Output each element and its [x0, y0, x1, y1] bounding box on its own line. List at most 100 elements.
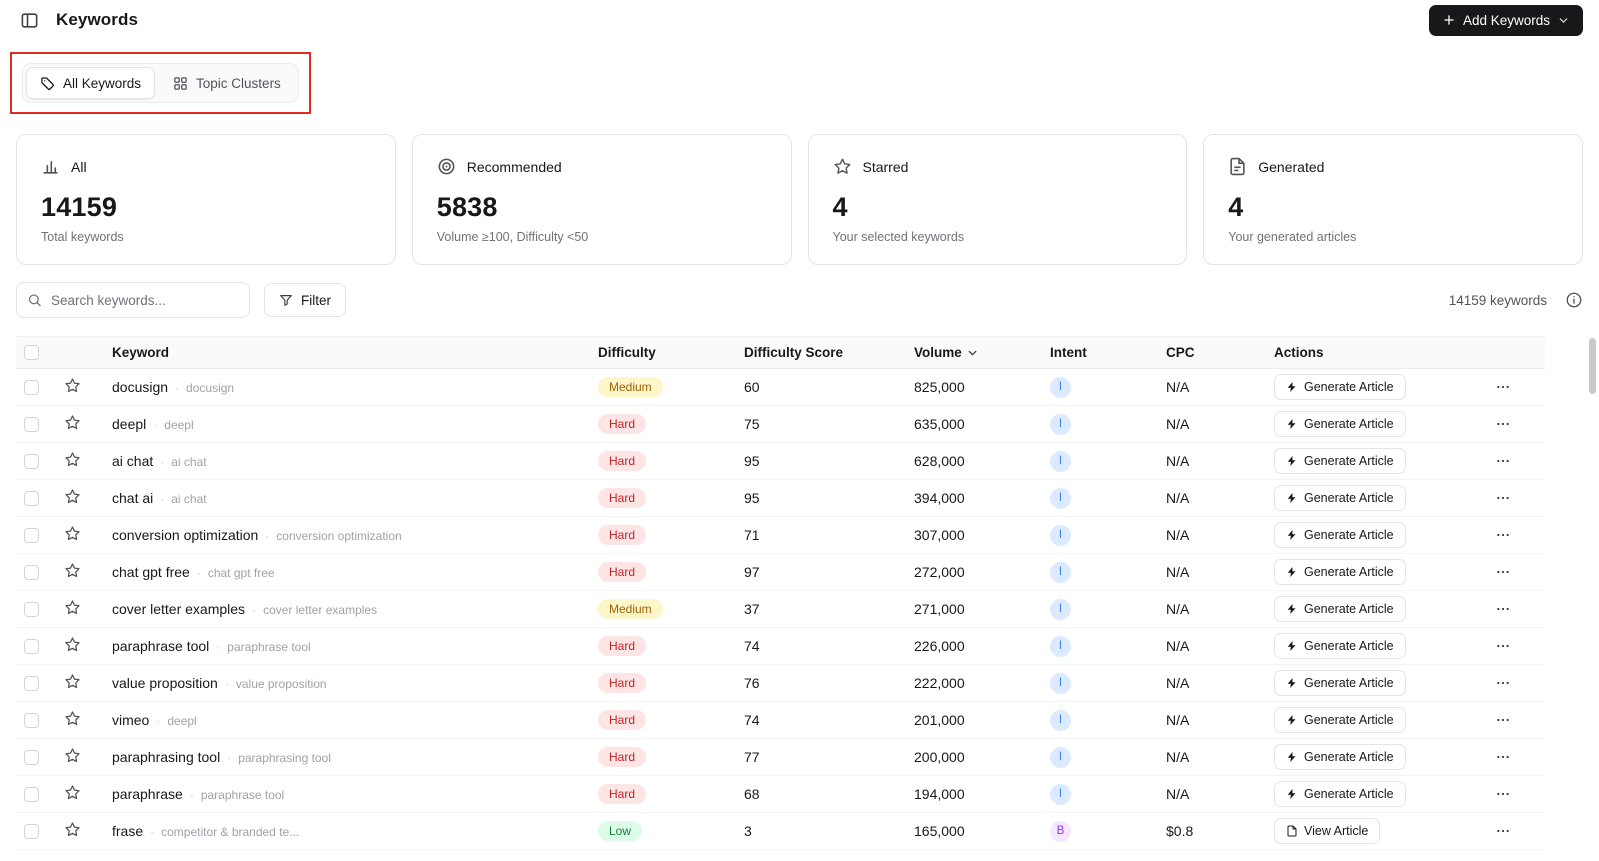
volume-value: 628,000	[906, 442, 1042, 480]
keyword-text[interactable]: deepl	[112, 416, 146, 432]
keyword-cluster: paraphrase tool	[200, 788, 285, 802]
row-menu-icon[interactable]	[1489, 673, 1517, 693]
column-header-difficulty-score[interactable]: Difficulty Score	[736, 336, 906, 369]
row-menu-icon[interactable]	[1489, 525, 1517, 545]
row-action-button[interactable]: Generate Article	[1274, 411, 1406, 437]
scrollbar-thumb[interactable]	[1589, 338, 1596, 394]
column-header-difficulty[interactable]: Difficulty	[590, 336, 736, 369]
star-toggle[interactable]	[64, 636, 81, 653]
add-keywords-button[interactable]: Add Keywords	[1428, 4, 1583, 36]
volume-value: 394,000	[906, 479, 1042, 517]
keyword-text[interactable]: value proposition	[112, 675, 218, 691]
keyword-text[interactable]: vimeo	[112, 712, 149, 728]
stat-card-recommended[interactable]: Recommended 5838 Volume ≥100, Difficulty…	[411, 134, 792, 265]
keyword-cluster: competitor & branded te...	[161, 825, 300, 839]
row-checkbox[interactable]	[24, 528, 39, 544]
filter-button[interactable]: Filter	[264, 283, 346, 317]
keyword-text[interactable]: chat ai	[112, 490, 153, 506]
star-toggle[interactable]	[64, 488, 81, 505]
row-menu-icon[interactable]	[1489, 747, 1517, 767]
row-action-button[interactable]: Generate Article	[1274, 374, 1406, 400]
star-toggle[interactable]	[64, 747, 81, 764]
tab-topic-clusters[interactable]: Topic Clusters	[159, 67, 295, 99]
keyword-text[interactable]: docusign	[112, 379, 168, 395]
search-input[interactable]	[16, 282, 250, 318]
row-menu-icon[interactable]	[1489, 414, 1517, 434]
row-action-button[interactable]: Generate Article	[1274, 670, 1406, 696]
keyword-text[interactable]: ai chat	[112, 453, 153, 469]
row-checkbox[interactable]	[24, 676, 39, 692]
star-toggle[interactable]	[64, 673, 81, 690]
stat-card-all[interactable]: All 14159 Total keywords	[16, 134, 396, 265]
stat-card-generated[interactable]: Generated 4 Your generated articles	[1203, 134, 1583, 265]
select-all-checkbox[interactable]	[24, 345, 39, 361]
row-checkbox[interactable]	[24, 639, 39, 655]
column-header-volume[interactable]: Volume	[906, 336, 1042, 369]
row-menu-icon[interactable]	[1489, 377, 1517, 397]
star-toggle[interactable]	[64, 451, 81, 468]
row-checkbox[interactable]	[24, 602, 39, 618]
row-action-button[interactable]: Generate Article	[1274, 781, 1406, 807]
star-toggle[interactable]	[64, 377, 81, 394]
keyword-text[interactable]: paraphrasing tool	[112, 749, 220, 765]
row-checkbox[interactable]	[24, 491, 39, 507]
column-header-keyword[interactable]: Keyword	[104, 336, 590, 369]
row-checkbox[interactable]	[24, 750, 39, 766]
cpc-value: N/A	[1158, 664, 1266, 702]
star-toggle[interactable]	[64, 599, 81, 616]
row-checkbox[interactable]	[24, 417, 39, 433]
row-action-button[interactable]: View Article	[1274, 818, 1381, 844]
row-checkbox[interactable]	[24, 713, 39, 729]
difficulty-score: 37	[736, 590, 906, 628]
star-toggle[interactable]	[64, 821, 81, 838]
stat-card-starred[interactable]: Starred 4 Your selected keywords	[807, 134, 1188, 265]
row-menu-icon[interactable]	[1489, 710, 1517, 730]
row-checkbox[interactable]	[24, 787, 39, 803]
star-toggle[interactable]	[64, 525, 81, 542]
view-mode-tabs: All Keywords Topic Clusters	[22, 63, 299, 103]
bolt-icon	[1287, 752, 1296, 762]
keyword-text[interactable]: frase	[112, 823, 143, 839]
column-header-intent[interactable]: Intent	[1042, 336, 1158, 369]
row-menu-icon[interactable]	[1489, 451, 1517, 471]
tab-topic-clusters-label: Topic Clusters	[196, 75, 281, 91]
table-row: docusign · docusign Medium 60 825,000 I N/…	[16, 368, 1545, 406]
row-action-button[interactable]: Generate Article	[1274, 559, 1406, 585]
row-action-button[interactable]: Generate Article	[1274, 744, 1406, 770]
difficulty-score: 75	[736, 405, 906, 443]
star-toggle[interactable]	[64, 562, 81, 579]
volume-value: 272,000	[906, 553, 1042, 591]
column-header-cpc[interactable]: CPC	[1158, 336, 1266, 369]
row-menu-icon[interactable]	[1489, 784, 1517, 804]
keyword-text[interactable]: chat gpt free	[112, 564, 190, 580]
row-menu-icon[interactable]	[1489, 562, 1517, 582]
keyword-text[interactable]: paraphrase tool	[112, 638, 209, 654]
row-menu-icon[interactable]	[1489, 488, 1517, 508]
stat-card-title: Starred	[862, 158, 909, 175]
row-checkbox[interactable]	[24, 565, 39, 581]
row-menu-icon[interactable]	[1489, 599, 1517, 619]
tab-all-keywords[interactable]: All Keywords	[26, 67, 156, 99]
keyword-text[interactable]: conversion optimization	[112, 527, 258, 543]
info-icon[interactable]	[1565, 291, 1583, 309]
row-checkbox[interactable]	[24, 824, 39, 840]
keyword-text[interactable]: paraphrase	[112, 786, 183, 802]
bolt-icon	[1287, 382, 1296, 392]
row-action-button[interactable]: Generate Article	[1274, 522, 1406, 548]
row-action-button[interactable]: Generate Article	[1274, 485, 1406, 511]
row-action-button[interactable]: Generate Article	[1274, 707, 1406, 733]
row-checkbox[interactable]	[24, 380, 39, 396]
table-header-row: Keyword Difficulty Difficulty Score Volu…	[16, 336, 1545, 369]
sidebar-toggle-icon[interactable]	[16, 7, 42, 33]
keyword-text[interactable]: cover letter examples	[112, 601, 245, 617]
row-menu-icon[interactable]	[1489, 636, 1517, 656]
volume-value: 825,000	[906, 368, 1042, 406]
star-toggle[interactable]	[64, 784, 81, 801]
row-menu-icon[interactable]	[1489, 821, 1517, 841]
star-toggle[interactable]	[64, 414, 81, 431]
row-action-button[interactable]: Generate Article	[1274, 633, 1406, 659]
row-action-button[interactable]: Generate Article	[1274, 596, 1406, 622]
row-checkbox[interactable]	[24, 454, 39, 470]
star-toggle[interactable]	[64, 710, 81, 727]
row-action-button[interactable]: Generate Article	[1274, 448, 1406, 474]
